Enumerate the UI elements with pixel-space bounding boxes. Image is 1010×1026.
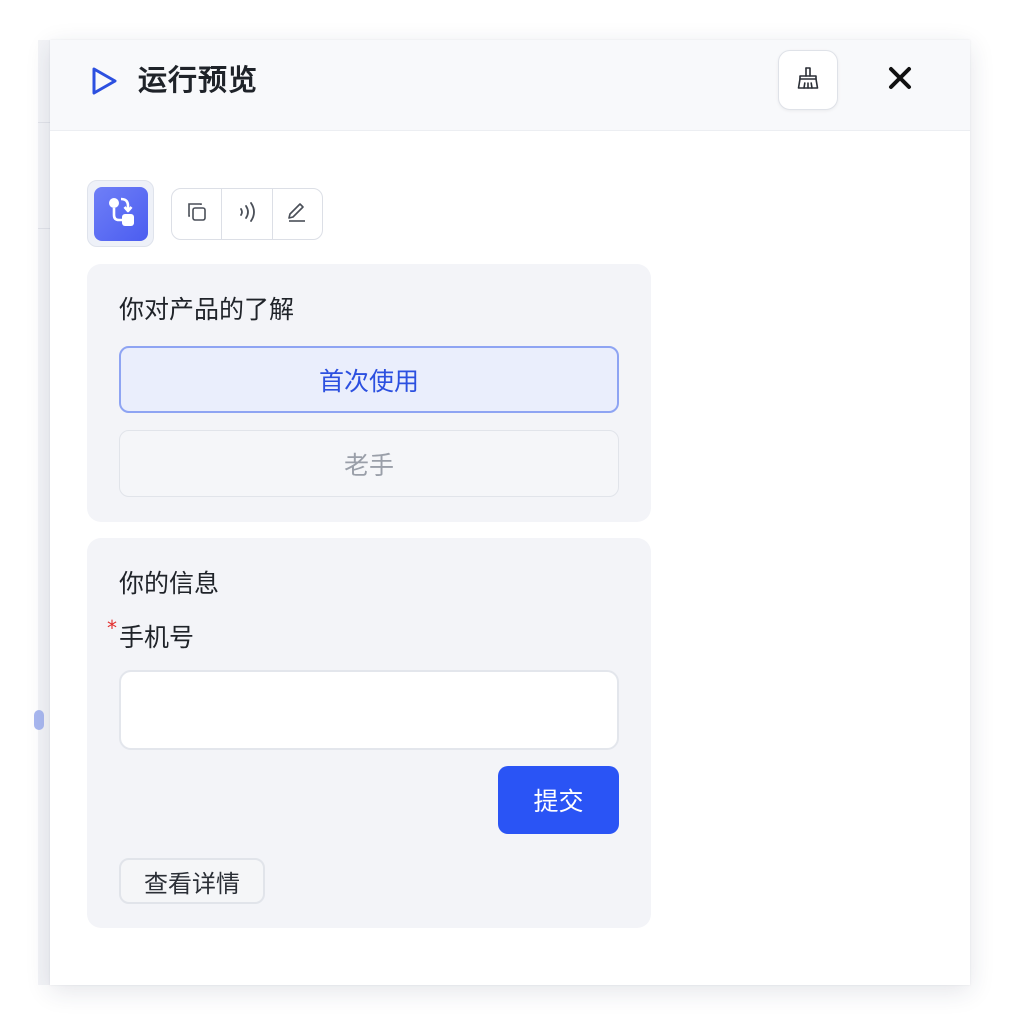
question-title: 你对产品的了解 [119,295,295,324]
run-preview-panel: 运行预览 你对产品的了解 首次使用 老手 你的信息 * 手机号 提交 查看详情 [50,40,970,985]
close-button[interactable] [880,60,920,100]
panel-header: 运行预览 [50,40,970,131]
copy-button[interactable] [172,189,221,239]
view-details-button[interactable]: 查看详情 [119,858,265,904]
workflow-icon [104,195,138,233]
play-icon [88,65,120,97]
option-first-use[interactable]: 首次使用 [119,346,619,413]
required-mark: * [107,616,117,640]
info-title: 你的信息 [119,569,220,598]
panel-title: 运行预览 [138,63,259,97]
user-info-card: 你的信息 * 手机号 提交 查看详情 [87,538,651,928]
broom-icon [795,65,821,95]
edit-icon [285,200,309,228]
voice-icon [234,200,260,228]
close-icon [888,66,912,94]
message-toolbar [171,188,323,240]
bot-avatar [87,180,154,247]
phone-label: 手机号 [119,623,195,652]
option-veteran[interactable]: 老手 [119,430,619,497]
product-question-card: 你对产品的了解 首次使用 老手 [87,264,651,522]
clear-history-button[interactable] [778,50,838,110]
submit-button[interactable]: 提交 [498,766,619,834]
edit-button[interactable] [271,189,322,239]
copy-icon [185,200,209,228]
phone-input[interactable] [119,670,619,750]
background-handle [34,710,44,730]
voice-button[interactable] [221,189,271,239]
